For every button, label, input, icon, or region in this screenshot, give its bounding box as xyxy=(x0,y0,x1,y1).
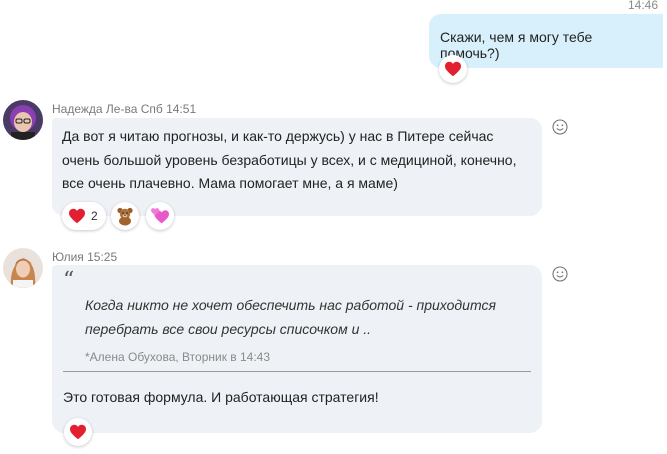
reaction-pink-hearts[interactable] xyxy=(146,202,174,230)
outgoing-timestamp: 14:46 xyxy=(628,0,659,12)
reaction-heart[interactable] xyxy=(64,418,92,446)
add-reaction-button[interactable] xyxy=(552,119,568,140)
outgoing-reaction[interactable] xyxy=(439,55,467,83)
reaction-heart[interactable]: 2 xyxy=(62,202,106,230)
heart-icon xyxy=(445,61,461,77)
reaction-teddy-bear[interactable] xyxy=(111,202,139,230)
reaction-count: 2 xyxy=(91,209,98,223)
quote-author-time[interactable]: *Алена Обухова, Вторник в 14:43 xyxy=(85,346,270,370)
message-text: Это готовая формула. И работающая страте… xyxy=(63,389,379,405)
avatar-yulia[interactable] xyxy=(3,248,43,288)
avatar-nadezhda[interactable] xyxy=(3,100,43,140)
quote-icon: “ xyxy=(63,268,75,293)
heart-icon xyxy=(70,424,86,440)
quoted-text: Когда никто не хочет обеспечить нас рабо… xyxy=(85,297,496,337)
sender-name-time: Юлия 15:25 xyxy=(52,250,118,264)
pink-hearts-icon xyxy=(151,208,169,224)
outgoing-message-text: Скажи, чем я могу тебе помочь?) xyxy=(440,29,593,61)
quote-divider xyxy=(63,371,531,372)
add-reaction-button[interactable] xyxy=(552,266,568,287)
smiley-icon xyxy=(552,266,568,282)
incoming-message-bubble[interactable]: “ Когда никто не хочет обеспечить нас ра… xyxy=(52,265,542,433)
heart-icon xyxy=(69,208,85,224)
sender-name-time: Надежда Ле-ва Спб 14:51 xyxy=(52,102,197,116)
message-text: Да вот я читаю прогнозы, и как-то держус… xyxy=(62,128,517,191)
smiley-icon xyxy=(552,119,568,135)
teddy-bear-icon xyxy=(117,207,133,226)
